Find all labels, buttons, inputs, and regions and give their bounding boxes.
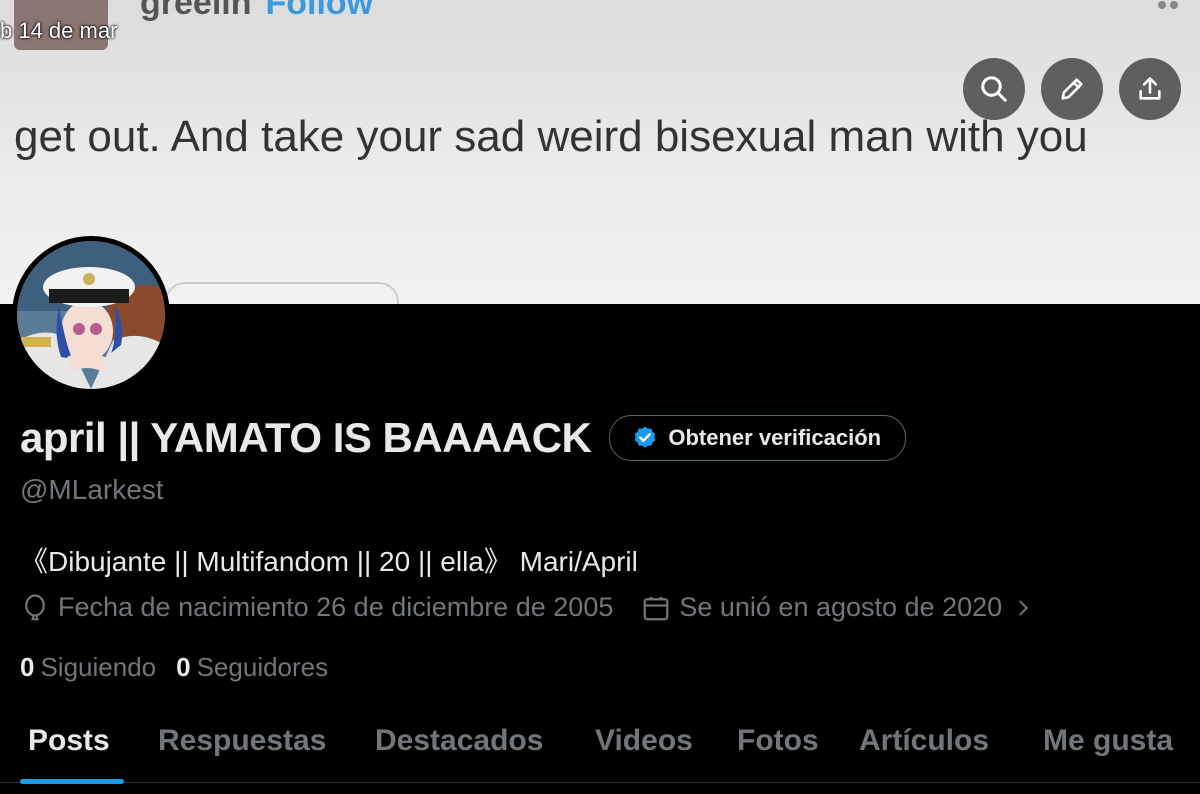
tab-me-gusta[interactable]: Me gusta (1043, 724, 1173, 758)
followers-label: Seguidores (196, 652, 329, 682)
birthday-text: Fecha de nacimiento 26 de diciembre de 2… (58, 592, 614, 622)
search-button[interactable] (963, 58, 1025, 120)
followers-count: 0 (176, 652, 191, 682)
tab-articulos[interactable]: Artículos (859, 724, 989, 758)
profile-banner[interactable]: greelin Follow b 14 de mar get out. And t… (0, 0, 1200, 304)
edit-button[interactable] (1041, 58, 1103, 120)
profile-tabs: Posts Respuestas Destacados Videos Fotos… (0, 712, 1200, 783)
followers-link[interactable]: 0 Seguidores (176, 652, 328, 683)
joined-date-text: Se unió en agosto de 2020 (679, 592, 1003, 622)
banner-more-icon (1158, 0, 1184, 9)
active-tab-indicator (20, 779, 124, 784)
avatar-image (17, 241, 165, 389)
edit-icon (1061, 78, 1083, 100)
get-verified-button[interactable]: Obtener verificación (609, 415, 907, 461)
calendar-icon (643, 596, 669, 620)
search-icon (981, 76, 1007, 102)
banner-tweet-text: get out. And take your sad weird bisexua… (14, 112, 1088, 161)
tab-fotos[interactable]: Fotos (737, 724, 819, 758)
avatar[interactable] (12, 236, 170, 394)
following-link[interactable]: 0 Siguiendo (20, 652, 156, 683)
tab-posts[interactable]: Posts (28, 724, 110, 758)
banner-date: b 14 de mar (0, 18, 118, 43)
tab-destacados[interactable]: Destacados (375, 724, 543, 758)
share-icon (1139, 77, 1161, 100)
banner-username: greelin Follow (140, 0, 373, 23)
tab-respuestas[interactable]: Respuestas (158, 724, 326, 758)
tab-videos[interactable]: Videos (595, 724, 693, 758)
share-button[interactable] (1119, 58, 1181, 120)
following-label: Siguiendo (40, 652, 157, 682)
banner-follow-text: Follow (265, 0, 374, 22)
profile-bio: 《Dibujante || Multifandom || 20 || ella》… (20, 546, 638, 577)
following-count: 0 (20, 652, 35, 682)
banner-decoration (165, 282, 399, 304)
chevron-right-icon[interactable] (1012, 597, 1034, 619)
balloon-icon (25, 593, 45, 620)
verified-badge-icon (635, 426, 656, 448)
get-verified-label: Obtener verificación (668, 425, 882, 450)
profile-name: april || YAMATO IS BAAAACK (20, 414, 592, 461)
profile-handle: @MLarkest (20, 474, 164, 505)
